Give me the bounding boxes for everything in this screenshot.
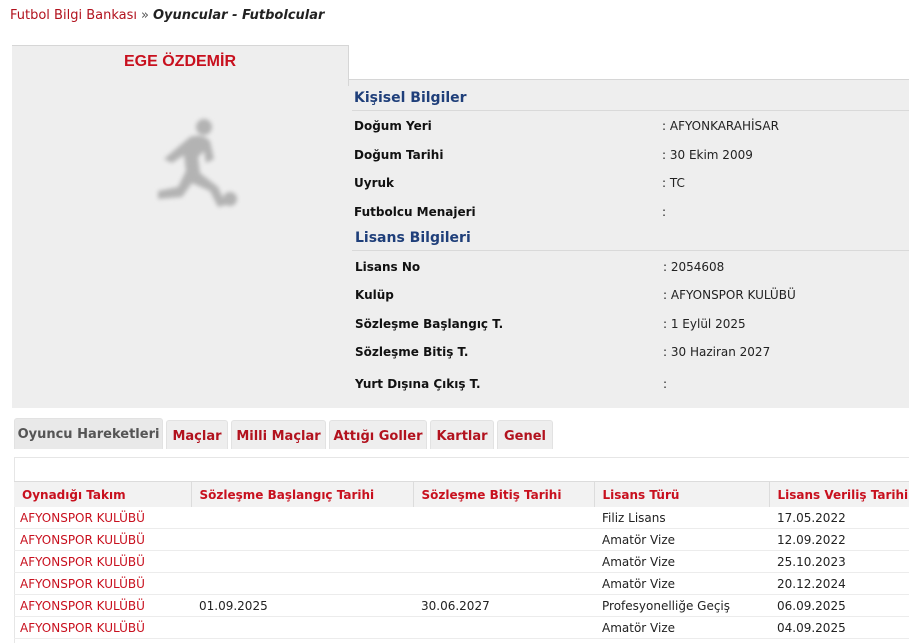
license-info-title: Lisans Bilgileri [355, 230, 471, 246]
license-type-cell: Amatör Vize [594, 616, 769, 639]
contract-end-cell [413, 528, 594, 551]
table-row: AFYONSPOR KULÜBÜ Amatör Vize 04.09.2025 [14, 616, 909, 639]
player-name: EGE ÖZDEMİR [123, 53, 236, 70]
tab-national-matches[interactable]: Milli Maçlar [231, 420, 326, 449]
license-date-cell: 12.09.2022 [769, 528, 909, 551]
contract-end-label: Sözleşme Bitiş T. [355, 345, 469, 359]
table-row: AFYONSPOR KULÜBÜ Amatör Vize 25.10.2023 [14, 550, 909, 573]
table-header-row: Oynadığı Takım Sözleşme Başlangıç Tarihi… [14, 481, 909, 507]
contract-end-cell [413, 550, 594, 573]
table-row: AFYONSPOR KULÜBÜ Filiz Lisans 17.05.2022 [14, 507, 909, 529]
team-link[interactable]: AFYONSPOR KULÜBÜ [14, 528, 191, 551]
abroad-exit-value: : [663, 377, 668, 391]
license-info-rule [352, 250, 909, 251]
team-link[interactable]: AFYONSPOR KULÜBÜ [14, 594, 191, 617]
birthdate-value: : 30 Ekim 2009 [662, 148, 753, 162]
football-player-silhouette-icon [124, 113, 254, 223]
breadcrumb-separator: » [140, 8, 149, 23]
contract-start-cell [191, 572, 413, 595]
license-type-cell: Profesyonelliğe Geçiş [594, 594, 769, 617]
contract-end-cell [413, 616, 594, 639]
contract-start-cell: 01.09.2025 [191, 594, 413, 617]
table-row: AFYONSPOR KULÜBÜ Amatör Vize 12.09.2022 [14, 528, 909, 551]
nationality-value: : TC [662, 176, 685, 190]
license-date-cell: 17.05.2022 [769, 507, 909, 529]
team-link[interactable]: AFYONSPOR KULÜBÜ [14, 507, 191, 529]
contract-end-cell [413, 572, 594, 595]
team-link[interactable]: AFYONSPOR KULÜBÜ [14, 550, 191, 573]
table-row: AFYONSPOR KULÜBÜ Amatör Vize 20.12.2024 [14, 572, 909, 595]
tab-general[interactable]: Genel [497, 420, 553, 449]
player-profile-card: EGE ÖZDEMİR Kişisel Bilgiler Doğum Yeri … [12, 45, 909, 408]
club-value: : AFYONSPOR KULÜBÜ [663, 288, 796, 302]
abroad-exit-label: Yurt Dışına Çıkış T. [355, 377, 481, 391]
tab-cards[interactable]: Kartlar [430, 420, 494, 449]
team-link[interactable]: AFYONSPOR KULÜBÜ [14, 572, 191, 595]
nationality-label: Uyruk [354, 176, 395, 190]
breadcrumb-current: Oyuncular - Futbolcular [152, 8, 325, 23]
column-header-license-type[interactable]: Lisans Türü [593, 481, 769, 507]
tab-matches[interactable]: Maçlar [166, 420, 228, 449]
personal-info-title: Kişisel Bilgiler [354, 90, 467, 106]
breadcrumb-home-link[interactable]: Futbol Bilgi Bankası [10, 8, 137, 23]
birthdate-label: Doğum Tarihi [354, 148, 444, 162]
table-row: AFYONSPOR KULÜBÜ 01.09.2025 30.06.2027 P… [14, 594, 909, 617]
license-type-cell: Amatör Vize [594, 572, 769, 595]
contract-end-value: : 30 Haziran 2027 [663, 345, 771, 359]
agent-value: : [662, 205, 667, 219]
team-link[interactable]: AFYONSPOR KULÜBÜ [14, 616, 191, 639]
profile-divider [348, 79, 909, 80]
birthplace-label: Doğum Yeri [354, 119, 432, 133]
birthplace-value: : AFYONKARAHİSAR [662, 119, 779, 133]
tab-goals[interactable]: Attığı Goller [329, 420, 427, 449]
contract-start-label: Sözleşme Başlangıç T. [355, 317, 504, 331]
tab-player-movements[interactable]: Oyuncu Hareketleri [14, 418, 163, 449]
player-movements-table: Oynadığı Takım Sözleşme Başlangıç Tarihi… [14, 481, 909, 639]
contract-start-value: : 1 Eylül 2025 [663, 317, 746, 331]
contract-start-cell [191, 550, 413, 573]
contract-end-cell [413, 507, 594, 529]
license-type-cell: Filiz Lisans [594, 507, 769, 529]
license-type-cell: Amatör Vize [594, 528, 769, 551]
contract-start-cell [191, 528, 413, 551]
license-no-label: Lisans No [355, 260, 421, 274]
license-date-cell: 04.09.2025 [769, 616, 909, 639]
license-date-cell: 06.09.2025 [769, 594, 909, 617]
column-header-contract-start[interactable]: Sözleşme Başlangıç Tarihi [190, 481, 413, 507]
personal-info-rule [352, 110, 909, 111]
license-no-value: : 2054608 [663, 260, 725, 274]
license-date-cell: 25.10.2023 [769, 550, 909, 573]
club-label: Kulüp [355, 288, 394, 302]
license-date-cell: 20.12.2024 [769, 572, 909, 595]
contract-start-cell [191, 616, 413, 639]
breadcrumb: Futbol Bilgi Bankası» Oyuncular - Futbolc… [10, 8, 324, 23]
column-header-contract-end[interactable]: Sözleşme Bitiş Tarihi [412, 481, 594, 507]
license-type-cell: Amatör Vize [594, 550, 769, 573]
contract-end-cell: 30.06.2027 [413, 594, 594, 617]
agent-label: Futbolcu Menajeri [354, 205, 476, 219]
contract-start-cell [191, 507, 413, 529]
column-header-team[interactable]: Oynadığı Takım [14, 481, 191, 507]
column-header-license-date[interactable]: Lisans Veriliş Tarihi [768, 481, 909, 507]
